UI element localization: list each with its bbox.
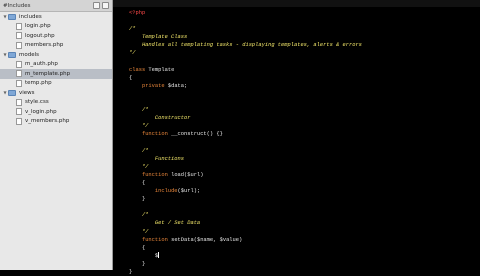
code-line: function setData($name, $value) bbox=[141, 236, 243, 243]
file-icon bbox=[16, 98, 22, 106]
code-line: $ bbox=[129, 252, 160, 259]
tree-item-label: login.php bbox=[25, 23, 51, 30]
code-line: Constructor bbox=[129, 115, 191, 122]
file-explorer-sidebar: #Includes ▼ includes login.php logout.php me… bbox=[0, 0, 113, 270]
code-line: /* bbox=[129, 26, 136, 33]
tree-file[interactable]: style.css bbox=[0, 98, 112, 108]
file-icon bbox=[16, 79, 22, 87]
code-line: Handles all templating tasks - displayin… bbox=[129, 42, 362, 49]
code-line: /* bbox=[129, 147, 149, 154]
code-line: Get / Set Data bbox=[129, 220, 201, 227]
file-tree: ▼ includes login.php logout.php members.php ▼… bbox=[0, 12, 112, 126]
tree-file[interactable]: login.php bbox=[0, 22, 112, 32]
code-line: private $data; bbox=[141, 82, 188, 89]
tree-file[interactable]: logout.php bbox=[0, 31, 112, 41]
tree-item-label: m_auth.php bbox=[25, 61, 58, 68]
code-line: } bbox=[141, 260, 146, 267]
file-icon bbox=[16, 70, 22, 78]
tree-item-label: style.css bbox=[25, 99, 49, 106]
folder-icon bbox=[8, 89, 16, 96]
tree-item-label: m_template.php bbox=[25, 70, 71, 77]
folder-icon bbox=[8, 51, 16, 58]
tree-item-label: v_members.php bbox=[25, 118, 70, 125]
code-line: { bbox=[141, 179, 146, 186]
code-line: function load($url) bbox=[141, 171, 204, 178]
sidebar-header: #Includes bbox=[0, 0, 112, 12]
code-line: Functions bbox=[129, 155, 184, 162]
tree-item-label: views bbox=[19, 89, 35, 96]
tree-file[interactable]: m_auth.php bbox=[0, 60, 112, 70]
tree-item-label: v_login.php bbox=[25, 108, 57, 115]
tree-item-label: temp.php bbox=[25, 80, 52, 87]
tree-item-label: logout.php bbox=[25, 32, 55, 39]
tree-folder[interactable]: ▼ models bbox=[0, 50, 112, 60]
tree-folder[interactable]: ▼ includes bbox=[0, 12, 112, 22]
code-line: Template Class bbox=[129, 34, 188, 41]
tree-folder[interactable]: ▼ views bbox=[0, 88, 112, 98]
code-content[interactable]: <?php /* Template Class Handles all temp… bbox=[129, 9, 362, 276]
file-icon bbox=[16, 32, 22, 40]
code-line: /* bbox=[129, 212, 149, 219]
code-line: class Template bbox=[129, 66, 175, 73]
file-icon bbox=[16, 117, 22, 125]
code-line: */ bbox=[129, 50, 136, 57]
file-icon bbox=[16, 60, 22, 68]
code-line: <?php bbox=[129, 10, 146, 16]
code-line: { bbox=[141, 244, 146, 251]
code-line: { bbox=[129, 74, 133, 81]
code-line: /* bbox=[129, 107, 149, 114]
tree-item-label: models bbox=[19, 51, 39, 58]
file-icon bbox=[16, 22, 22, 30]
sidebar-title: #Includes bbox=[3, 2, 31, 9]
tree-item-label: includes bbox=[19, 13, 42, 20]
code-line: */ bbox=[129, 228, 149, 235]
tree-file[interactable]: temp.php bbox=[0, 79, 112, 89]
code-editor[interactable]: <?php /* Template Class Handles all temp… bbox=[113, 7, 480, 275]
sidebar-close-icon[interactable] bbox=[102, 2, 109, 9]
tree-file[interactable]: members.php bbox=[0, 41, 112, 51]
file-icon bbox=[16, 108, 22, 116]
tree-item-label: members.php bbox=[25, 42, 64, 49]
code-line: include($url); bbox=[154, 188, 201, 195]
sidebar-add-icon[interactable] bbox=[93, 2, 100, 9]
tree-file[interactable]: v_login.php bbox=[0, 107, 112, 117]
file-icon bbox=[16, 41, 22, 49]
folder-icon bbox=[8, 13, 16, 20]
code-line: */ bbox=[129, 163, 149, 170]
tree-file[interactable]: v_members.php bbox=[0, 117, 112, 127]
code-line: function __construct() {} bbox=[141, 131, 223, 138]
code-line: */ bbox=[129, 123, 149, 130]
code-line: } bbox=[141, 196, 146, 203]
text-cursor bbox=[158, 252, 160, 259]
tree-file[interactable]: m_template.php bbox=[0, 69, 112, 79]
